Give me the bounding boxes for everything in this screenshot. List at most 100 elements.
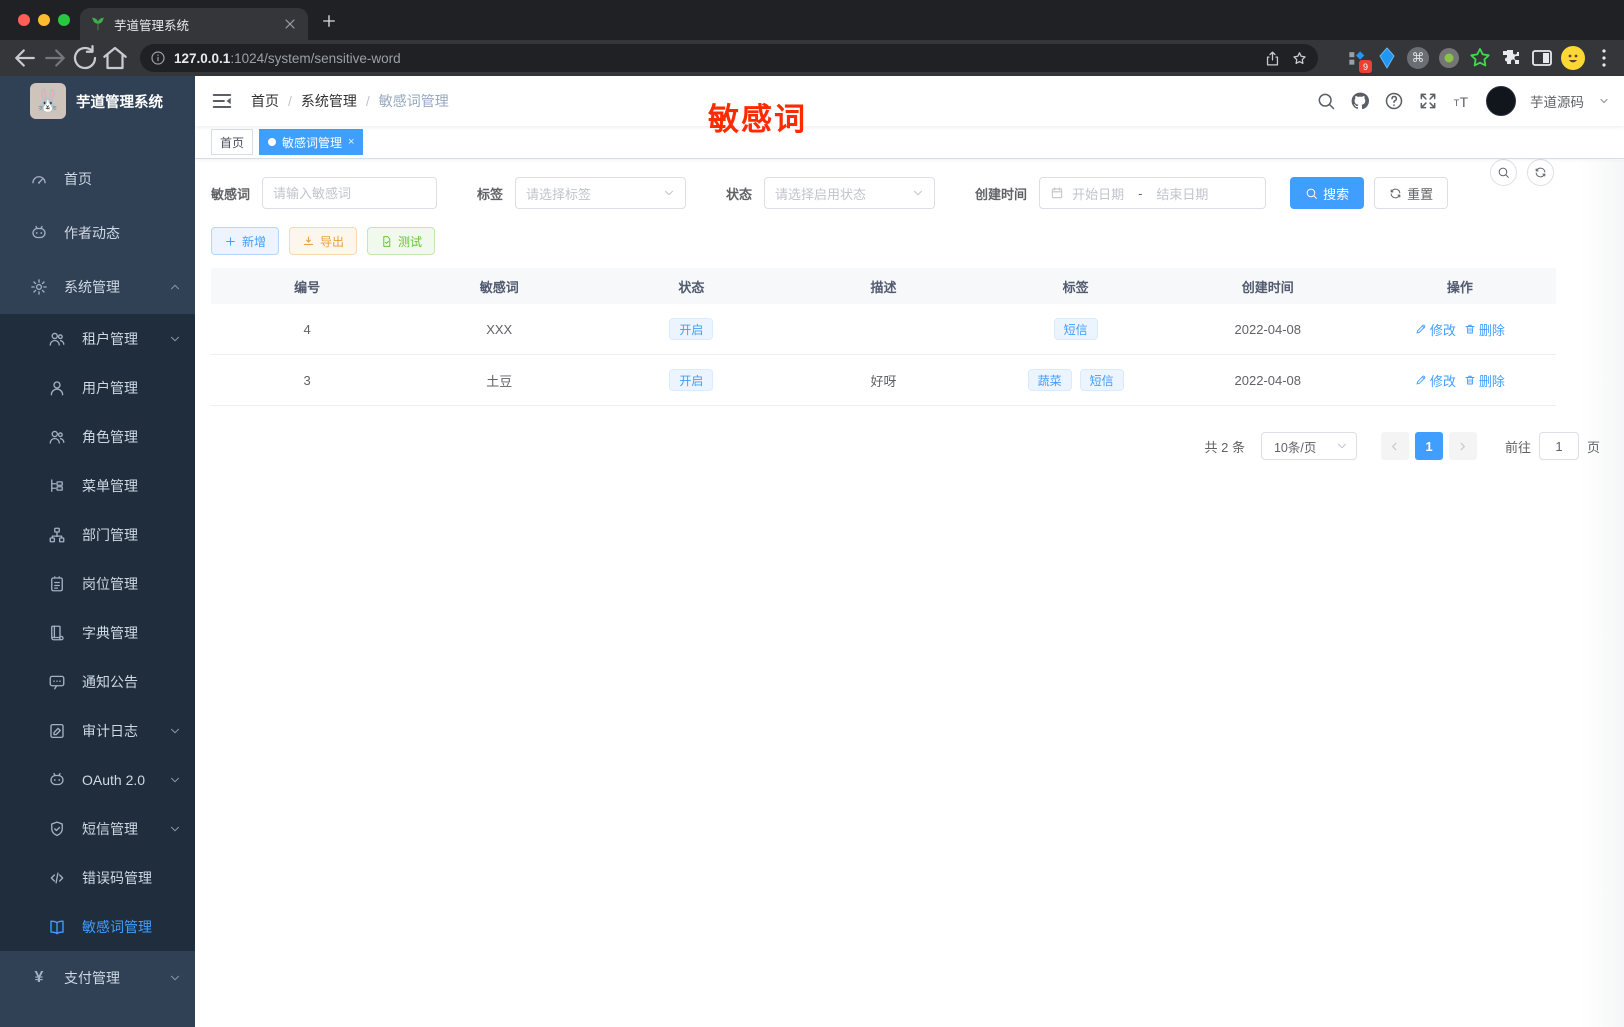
sidebar-item-3[interactable]: 租户管理 xyxy=(0,314,195,363)
forward-button[interactable] xyxy=(40,43,70,73)
sidebar-item-7[interactable]: 部门管理 xyxy=(0,510,195,559)
sidebar-item-10[interactable]: 通知公告 xyxy=(0,657,195,706)
back-button[interactable] xyxy=(10,43,40,73)
new-tab-button[interactable] xyxy=(320,12,338,30)
reset-button[interactable]: 重置 xyxy=(1374,177,1449,209)
table-row-0: 4 XXX 开启 短信 2022-04-08 修改 删除 xyxy=(211,304,1556,354)
sidebar-item-label: 错误码管理 xyxy=(82,869,152,886)
column-header: 描述 xyxy=(787,268,980,304)
toggle-search-button[interactable] xyxy=(1490,159,1517,186)
close-window-button[interactable] xyxy=(18,14,30,26)
sidebar-item-5[interactable]: 角色管理 xyxy=(0,412,195,461)
bookmark-star-icon[interactable] xyxy=(1291,50,1308,67)
profile-avatar[interactable] xyxy=(1561,46,1585,70)
font-size-icon[interactable]: TT xyxy=(1452,91,1472,111)
tag-close-icon[interactable]: × xyxy=(348,136,354,148)
yen-icon: ¥ xyxy=(34,969,44,986)
sidebar-item-8[interactable]: 岗位管理 xyxy=(0,559,195,608)
extensions-puzzle-icon[interactable] xyxy=(1499,46,1523,70)
chevron-down-icon xyxy=(169,774,181,786)
date-range-picker[interactable]: 开始日期 - 结束日期 xyxy=(1039,177,1267,209)
edit-icon xyxy=(1415,374,1427,386)
minimize-window-button[interactable] xyxy=(38,14,50,26)
sidebar-item-12[interactable]: OAuth 2.0 xyxy=(0,755,195,804)
red-annotation: 敏感词 xyxy=(708,102,807,137)
download-icon xyxy=(302,235,315,248)
refresh-table-button[interactable] xyxy=(1527,159,1554,186)
delete-link[interactable]: 删除 xyxy=(1464,371,1505,390)
user-name[interactable]: 芋道源码 xyxy=(1530,91,1584,111)
tab-strip: 芋道管理系统 xyxy=(0,0,1624,40)
tags-view-bar: 首页 敏感词管理 × xyxy=(195,126,1624,159)
cell-created: 2022-04-08 xyxy=(1234,321,1302,337)
sidebar-item-2[interactable]: 系统管理 xyxy=(0,260,195,314)
search-button[interactable]: 搜索 xyxy=(1290,177,1365,209)
extension-command-icon[interactable]: ⌘ xyxy=(1406,46,1430,70)
cell-id: 4 xyxy=(303,321,311,337)
view-tag-1[interactable]: 敏感词管理 × xyxy=(259,129,364,155)
sidebar-item-15[interactable]: 敏感词管理 xyxy=(0,902,195,951)
sidebar-item-label: 租户管理 xyxy=(82,330,138,347)
gear-icon xyxy=(30,278,48,296)
prev-page-button[interactable] xyxy=(1380,432,1409,460)
help-icon[interactable] xyxy=(1384,91,1404,111)
home-button[interactable] xyxy=(100,43,130,73)
sidebar-item-6[interactable]: 菜单管理 xyxy=(0,461,195,510)
extension-recorder-icon[interactable] xyxy=(1437,46,1461,70)
main-area: 首页 / 系统管理 / 敏感词管理 TT 芋道源码 敏感词 首页 敏感词管理 × 敏感词 xyxy=(195,76,1624,1027)
goto-page-input[interactable] xyxy=(1538,432,1579,460)
sidebar-item-9[interactable]: 字典管理 xyxy=(0,608,195,657)
address-bar[interactable]: 127.0.0.1:1024/system/sensitive-word xyxy=(140,44,1318,72)
side-panel-icon[interactable] xyxy=(1530,46,1554,70)
tag-select[interactable]: 请选择标签 xyxy=(515,177,687,209)
fullscreen-icon[interactable] xyxy=(1418,91,1438,111)
header-search-icon[interactable] xyxy=(1316,91,1336,111)
keyword-input[interactable] xyxy=(262,177,438,209)
add-button[interactable]: 新增 xyxy=(211,227,280,255)
export-button[interactable]: 导出 xyxy=(289,227,358,255)
test-button[interactable]: 测试 xyxy=(367,227,436,255)
extension-kite-icon[interactable] xyxy=(1375,46,1399,70)
tag-badge: 蔬菜 xyxy=(1027,369,1072,391)
sidebar-toggle-icon[interactable] xyxy=(211,90,233,112)
next-page-button[interactable] xyxy=(1448,432,1477,460)
user-caret-icon[interactable] xyxy=(1598,95,1610,107)
delete-link[interactable]: 删除 xyxy=(1464,320,1505,339)
sidebar-item-11[interactable]: 审计日志 xyxy=(0,706,195,755)
sidebar-logo[interactable]: 🐰 芋道管理系统 xyxy=(0,76,195,126)
keyword-input-field[interactable] xyxy=(273,185,427,201)
share-icon[interactable] xyxy=(1264,50,1281,67)
action-toolbar: 新增 导出 测试 xyxy=(211,159,1624,255)
view-tag-0[interactable]: 首页 xyxy=(211,129,254,155)
org-icon xyxy=(48,526,66,544)
sidebar-item-16[interactable]: ¥ 支付管理 xyxy=(0,951,195,1005)
tab-close-icon[interactable] xyxy=(282,16,298,32)
breadcrumb-item[interactable]: 系统管理 xyxy=(301,91,357,111)
edit-link[interactable]: 修改 xyxy=(1415,320,1456,339)
github-icon[interactable] xyxy=(1350,91,1370,111)
browser-menu-icon[interactable] xyxy=(1592,46,1616,70)
extension-grid-icon[interactable]: 9 xyxy=(1344,46,1372,73)
column-header: 状态 xyxy=(595,268,788,304)
edit-link[interactable]: 修改 xyxy=(1415,371,1456,390)
breadcrumb-item[interactable]: 首页 xyxy=(251,91,279,111)
page-number-button[interactable]: 1 xyxy=(1414,432,1443,460)
sidebar-item-0[interactable]: 首页 xyxy=(0,152,195,206)
user-avatar[interactable] xyxy=(1486,86,1516,116)
site-info-icon[interactable] xyxy=(150,50,166,66)
window-controls[interactable] xyxy=(18,14,70,26)
status-select[interactable]: 请选择启用状态 xyxy=(764,177,936,209)
sidebar: 🐰 芋道管理系统 首页 作者动态 系统管理租户管理用户管理 角色管理 菜单管理 部门管理岗… xyxy=(0,76,195,1027)
books-icon xyxy=(48,624,66,642)
browser-tab[interactable]: 芋道管理系统 xyxy=(80,8,308,40)
zoom-window-button[interactable] xyxy=(58,14,70,26)
sidebar-item-13[interactable]: 短信管理 xyxy=(0,804,195,853)
page-size-select[interactable]: 10条/页 xyxy=(1260,432,1357,460)
extension-star-icon[interactable] xyxy=(1468,46,1492,70)
sidebar-item-label: 审计日志 xyxy=(82,722,138,739)
sidebar-item-14[interactable]: 错误码管理 xyxy=(0,853,195,902)
breadcrumb-separator: / xyxy=(288,93,292,109)
reload-button[interactable] xyxy=(70,43,100,73)
sidebar-item-1[interactable]: 作者动态 xyxy=(0,206,195,260)
sidebar-item-4[interactable]: 用户管理 xyxy=(0,363,195,412)
